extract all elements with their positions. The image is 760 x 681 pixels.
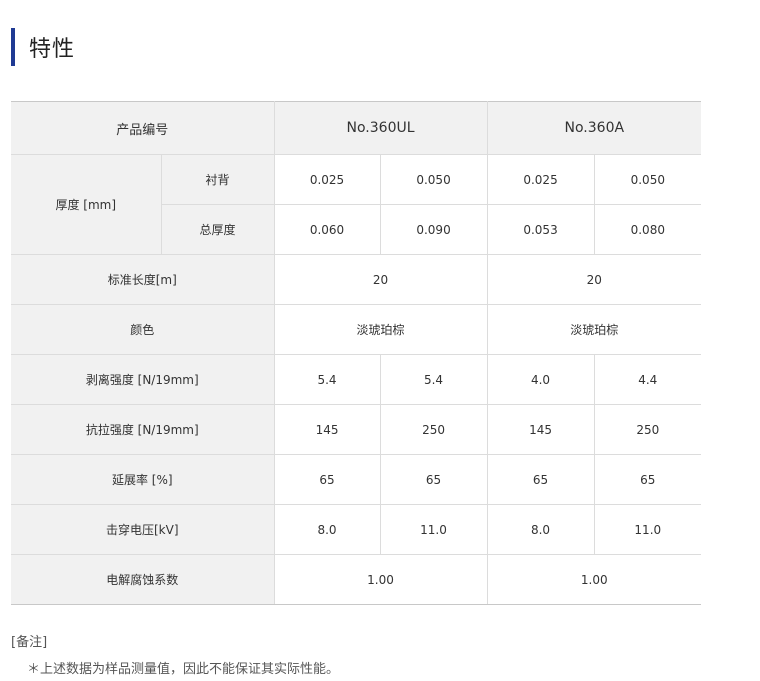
spec-table: 产品编号 No.360UL No.360A 厚度 [mm] 衬背 0.025 0… [11, 101, 702, 605]
table-cell: 淡琥珀棕 [486, 304, 702, 355]
header-product-360ul: No.360UL [273, 101, 488, 155]
table-row-color: 颜色 淡琥珀棕 淡琥珀棕 [11, 304, 702, 355]
table-cell: 20 [486, 254, 702, 305]
section-heading: 特性 [11, 28, 75, 66]
notes-title: [备注] [11, 635, 48, 650]
peel-label: 剥离强度 [N/19mm] [11, 354, 275, 405]
table-row-elongation: 延展率 [%] 65 65 65 65 [11, 454, 702, 505]
table-row-header: 产品编号 No.360UL No.360A [11, 101, 702, 155]
table-row-corrosion: 电解腐蚀系数 1.00 1.00 [11, 554, 702, 605]
corrosion-label: 电解腐蚀系数 [11, 554, 275, 605]
table-cell: 4.4 [593, 354, 702, 405]
section-title: 特性 [29, 37, 76, 62]
table-cell: 20 [273, 254, 488, 305]
table-cell: 65 [593, 454, 702, 505]
total-thickness-label: 总厚度 [161, 204, 275, 255]
table-row-backing: 厚度 [mm] 衬背 0.025 0.050 0.025 0.050 [11, 154, 702, 255]
table-cell: 65 [379, 454, 488, 505]
table-cell: 4.0 [486, 354, 595, 405]
table-cell: 250 [379, 404, 488, 455]
table-cell: 0.090 [379, 204, 488, 255]
table-cell: 0.053 [486, 204, 595, 255]
thickness-label: 厚度 [mm] [11, 154, 162, 255]
note-text: ＊上述数据为样品测量值，因此不能保证其实际性能。 [27, 662, 340, 677]
table-cell: 0.050 [593, 154, 702, 205]
table-cell: 0.025 [486, 154, 595, 205]
color-label: 颜色 [11, 304, 275, 355]
table-cell: 8.0 [486, 504, 595, 555]
table-row-tensile: 抗拉强度 [N/19mm] 145 250 145 250 [11, 404, 702, 455]
elongation-label: 延展率 [%] [11, 454, 275, 505]
tensile-label: 抗拉强度 [N/19mm] [11, 404, 275, 455]
table-cell: 145 [486, 404, 595, 455]
table-cell: 250 [593, 404, 702, 455]
header-product-360a: No.360A [486, 101, 702, 155]
table-row-length: 标准长度[m] 20 20 [11, 254, 702, 305]
table-cell: 5.4 [379, 354, 488, 405]
table-cell: 0.080 [593, 204, 702, 255]
table-cell: 5.4 [273, 354, 381, 405]
table-cell: 淡琥珀棕 [273, 304, 488, 355]
table-cell: 65 [273, 454, 381, 505]
table-cell: 11.0 [379, 504, 488, 555]
breakdown-label: 击穿电压[kV] [11, 504, 275, 555]
table-cell: 0.025 [273, 154, 381, 205]
table-row-breakdown: 击穿电压[kV] 8.0 11.0 8.0 11.0 [11, 504, 702, 555]
table-cell: 0.050 [379, 154, 488, 205]
table-cell: 11.0 [593, 504, 702, 555]
table-cell: 1.00 [273, 554, 488, 605]
table-cell: 0.060 [273, 204, 381, 255]
header-label: 产品编号 [11, 101, 275, 155]
table-row-peel: 剥离强度 [N/19mm] 5.4 5.4 4.0 4.4 [11, 354, 702, 405]
length-label: 标准长度[m] [11, 254, 275, 305]
backing-label: 衬背 [160, 154, 275, 205]
table-cell: 1.00 [486, 554, 702, 605]
table-cell: 65 [486, 454, 595, 505]
table-cell: 8.0 [273, 504, 381, 555]
table-cell: 145 [273, 404, 381, 455]
